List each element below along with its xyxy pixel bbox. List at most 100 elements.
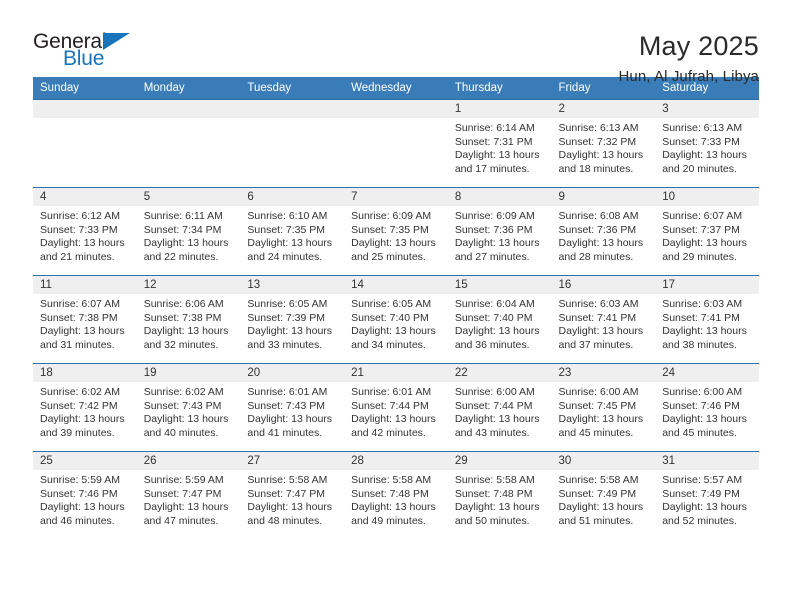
day-number: 17 <box>655 276 759 294</box>
daylight-duration-line2: and 50 minutes. <box>454 514 530 527</box>
sunrise-time: Sunrise: 6:03 AM <box>662 298 743 310</box>
daylight-duration-line1: Daylight: 13 hours <box>454 149 540 162</box>
daylight-duration-line2: and 22 minutes. <box>143 250 219 263</box>
calendar-week-row: 18 Sunrise: 6:02 AM Sunset: 7:42 PM Dayligh… <box>33 363 759 452</box>
sunset-time: Sunset: 7:45 PM <box>558 399 637 412</box>
sunrise-time: Sunrise: 6:00 AM <box>662 386 743 398</box>
calendar-day-cell[interactable]: 3 Sunrise: 6:13 AM Sunset: 7:33 PM Daylight… <box>655 99 759 188</box>
daylight-duration-line1: Daylight: 13 hours <box>143 325 229 338</box>
sunset-time: Sunset: 7:46 PM <box>662 399 740 412</box>
day-number: 19 <box>136 364 241 382</box>
day-details: Sunrise: 6:05 AM Sunset: 7:39 PM Daylight:… <box>240 294 344 352</box>
day-details: Sunrise: 5:58 AM Sunset: 7:49 PM Daylight:… <box>552 470 656 528</box>
calendar-day-cell[interactable]: 12 Sunrise: 6:06 AM Sunset: 7:38 PM Dayligh… <box>136 275 241 364</box>
day-number: 2 <box>551 100 656 118</box>
day-details: Sunrise: 6:11 AM Sunset: 7:34 PM Daylight:… <box>137 206 241 264</box>
calendar-day-cell[interactable]: 11 Sunrise: 6:07 AM Sunset: 7:38 PM Dayligh… <box>33 275 137 364</box>
day-details: Sunrise: 6:02 AM Sunset: 7:43 PM Daylight:… <box>137 382 241 440</box>
calendar-day-cell[interactable]: 23 Sunrise: 6:00 AM Sunset: 7:45 PM Dayligh… <box>551 363 656 452</box>
calendar-day-cell-empty <box>344 99 448 188</box>
calendar-day-cell[interactable]: 28 Sunrise: 5:58 AM Sunset: 7:48 PM Dayligh… <box>344 451 448 540</box>
day-details: Sunrise: 5:59 AM Sunset: 7:46 PM Daylight:… <box>33 470 137 528</box>
day-number <box>344 100 448 118</box>
calendar-day-cell[interactable]: 22 Sunrise: 6:00 AM Sunset: 7:44 PM Dayligh… <box>447 363 552 452</box>
day-number: 5 <box>136 188 241 206</box>
day-number: 22 <box>447 364 552 382</box>
sunrise-time: Sunrise: 6:10 AM <box>247 210 328 222</box>
daylight-duration-line1: Daylight: 13 hours <box>247 413 333 426</box>
sunset-time: Sunset: 7:37 PM <box>662 223 740 236</box>
day-details: Sunrise: 6:00 AM Sunset: 7:44 PM Daylight:… <box>448 382 552 440</box>
calendar-day-cell[interactable]: 13 Sunrise: 6:05 AM Sunset: 7:39 PM Dayligh… <box>240 275 345 364</box>
calendar-day-cell[interactable]: 24 Sunrise: 6:00 AM Sunset: 7:46 PM Dayligh… <box>655 363 759 452</box>
daylight-duration-line2: and 18 minutes. <box>558 162 634 175</box>
sunrise-time: Sunrise: 6:03 AM <box>558 298 639 310</box>
day-details: Sunrise: 6:06 AM Sunset: 7:38 PM Daylight:… <box>137 294 241 352</box>
day-number: 1 <box>447 100 552 118</box>
calendar-day-cell[interactable]: 26 Sunrise: 5:59 AM Sunset: 7:47 PM Dayligh… <box>136 451 241 540</box>
sunrise-time: Sunrise: 6:01 AM <box>351 386 432 398</box>
day-number: 8 <box>447 188 552 206</box>
calendar-day-cell[interactable]: 25 Sunrise: 5:59 AM Sunset: 7:46 PM Dayligh… <box>33 451 137 540</box>
daylight-duration-line1: Daylight: 13 hours <box>558 237 644 250</box>
daylight-duration-line1: Daylight: 13 hours <box>454 237 540 250</box>
calendar-week-row: 25 Sunrise: 5:59 AM Sunset: 7:46 PM Dayligh… <box>33 451 759 540</box>
daylight-duration-line1: Daylight: 13 hours <box>247 237 333 250</box>
sunrise-time: Sunrise: 6:06 AM <box>143 298 224 310</box>
calendar-day-cell[interactable]: 27 Sunrise: 5:58 AM Sunset: 7:47 PM Dayligh… <box>240 451 345 540</box>
daylight-duration-line1: Daylight: 13 hours <box>143 237 229 250</box>
sunrise-time: Sunrise: 6:13 AM <box>662 122 743 134</box>
calendar-day-cell[interactable]: 10 Sunrise: 6:07 AM Sunset: 7:37 PM Dayligh… <box>655 187 759 276</box>
sunrise-time: Sunrise: 6:07 AM <box>662 210 743 222</box>
day-number: 13 <box>240 276 345 294</box>
calendar-day-cell[interactable]: 4 Sunrise: 6:12 AM Sunset: 7:33 PM Daylight… <box>33 187 137 276</box>
calendar-day-cell[interactable]: 5 Sunrise: 6:11 AM Sunset: 7:34 PM Daylight… <box>136 187 241 276</box>
sunset-time: Sunset: 7:44 PM <box>351 399 429 412</box>
calendar-week-row: 4 Sunrise: 6:12 AM Sunset: 7:33 PM Daylight… <box>33 187 759 276</box>
day-details: Sunrise: 6:01 AM Sunset: 7:43 PM Daylight:… <box>240 382 344 440</box>
day-number <box>33 100 137 118</box>
sunset-time: Sunset: 7:49 PM <box>662 487 740 500</box>
calendar-day-cell[interactable]: 2 Sunrise: 6:13 AM Sunset: 7:32 PM Daylight… <box>551 99 656 188</box>
calendar-day-cell[interactable]: 6 Sunrise: 6:10 AM Sunset: 7:35 PM Daylight… <box>240 187 345 276</box>
sunset-time: Sunset: 7:43 PM <box>247 399 326 412</box>
sunset-time: Sunset: 7:36 PM <box>454 223 533 236</box>
calendar-day-cell[interactable]: 16 Sunrise: 6:03 AM Sunset: 7:41 PM Dayligh… <box>551 275 656 364</box>
sunrise-time: Sunrise: 6:14 AM <box>454 122 535 134</box>
calendar-day-cell[interactable]: 21 Sunrise: 6:01 AM Sunset: 7:44 PM Dayligh… <box>344 363 448 452</box>
daylight-duration-line1: Daylight: 13 hours <box>662 149 747 162</box>
daylight-duration-line2: and 33 minutes. <box>247 338 323 351</box>
day-number <box>240 100 345 118</box>
sunrise-time: Sunrise: 6:11 AM <box>143 210 223 222</box>
daylight-duration-line2: and 38 minutes. <box>662 338 737 351</box>
day-number: 16 <box>551 276 656 294</box>
calendar-day-cell-empty <box>240 99 345 188</box>
day-number: 6 <box>240 188 345 206</box>
calendar-day-cell[interactable]: 19 Sunrise: 6:02 AM Sunset: 7:43 PM Dayligh… <box>136 363 241 452</box>
day-details: Sunrise: 6:09 AM Sunset: 7:36 PM Daylight:… <box>448 206 552 264</box>
day-details: Sunrise: 6:03 AM Sunset: 7:41 PM Daylight:… <box>655 294 759 352</box>
calendar-day-cell-empty <box>136 99 241 188</box>
calendar-day-cell[interactable]: 31 Sunrise: 5:57 AM Sunset: 7:49 PM Dayligh… <box>655 451 759 540</box>
calendar-day-cell[interactable]: 15 Sunrise: 6:04 AM Sunset: 7:40 PM Dayligh… <box>447 275 552 364</box>
calendar-day-cell[interactable]: 29 Sunrise: 5:58 AM Sunset: 7:48 PM Dayligh… <box>447 451 552 540</box>
calendar-day-cell[interactable]: 17 Sunrise: 6:03 AM Sunset: 7:41 PM Dayligh… <box>655 275 759 364</box>
day-number: 4 <box>33 188 137 206</box>
daylight-duration-line1: Daylight: 13 hours <box>143 413 229 426</box>
calendar-day-cell[interactable]: 20 Sunrise: 6:01 AM Sunset: 7:43 PM Dayligh… <box>240 363 345 452</box>
calendar-week-row: 1 Sunrise: 6:14 AM Sunset: 7:31 PM Daylight… <box>33 99 759 188</box>
calendar-day-cell[interactable]: 18 Sunrise: 6:02 AM Sunset: 7:42 PM Dayligh… <box>33 363 137 452</box>
sunrise-time: Sunrise: 6:00 AM <box>454 386 535 398</box>
calendar-day-cell[interactable]: 8 Sunrise: 6:09 AM Sunset: 7:36 PM Daylight… <box>447 187 552 276</box>
daylight-duration-line1: Daylight: 13 hours <box>351 413 436 426</box>
day-details: Sunrise: 5:58 AM Sunset: 7:48 PM Daylight:… <box>448 470 552 528</box>
sunset-time: Sunset: 7:43 PM <box>143 399 222 412</box>
sunset-time: Sunset: 7:40 PM <box>351 311 429 324</box>
calendar-day-cell[interactable]: 7 Sunrise: 6:09 AM Sunset: 7:35 PM Daylight… <box>344 187 448 276</box>
calendar-day-cell[interactable]: 30 Sunrise: 5:58 AM Sunset: 7:49 PM Dayligh… <box>551 451 656 540</box>
calendar-day-cell[interactable]: 14 Sunrise: 6:05 AM Sunset: 7:40 PM Dayligh… <box>344 275 448 364</box>
calendar-day-cell[interactable]: 9 Sunrise: 6:08 AM Sunset: 7:36 PM Daylight… <box>551 187 656 276</box>
calendar-day-cell[interactable]: 1 Sunrise: 6:14 AM Sunset: 7:31 PM Daylight… <box>447 99 552 188</box>
day-number: 28 <box>344 452 448 470</box>
day-number: 3 <box>655 100 759 118</box>
